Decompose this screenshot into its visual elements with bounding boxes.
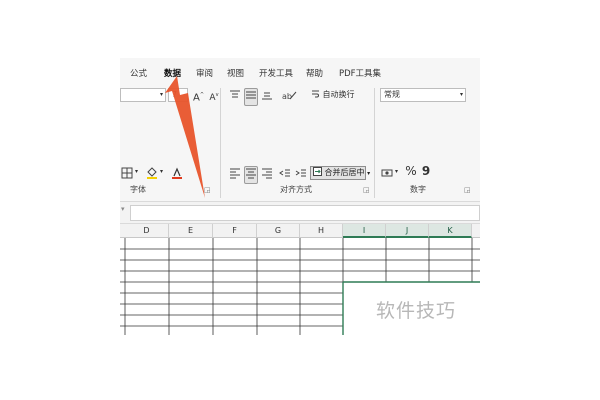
annotation-arrow-icon [165, 76, 205, 198]
